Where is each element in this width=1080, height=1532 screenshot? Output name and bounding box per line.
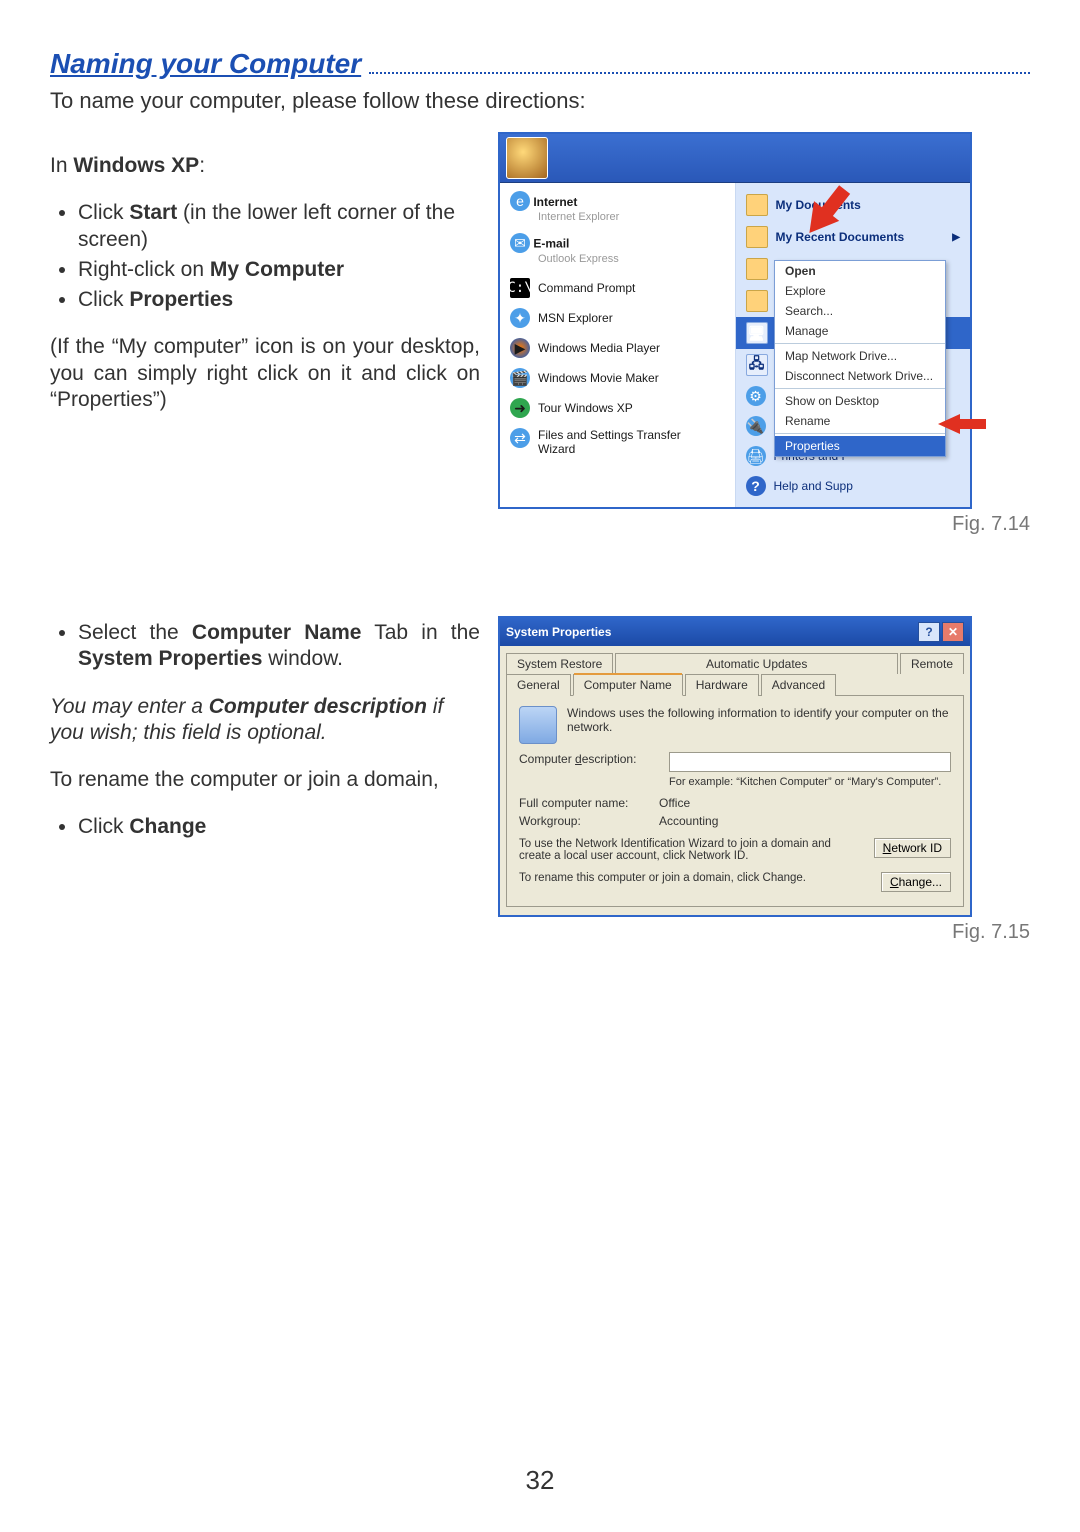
section-heading: Naming your Computer <box>50 48 361 80</box>
start-item-email[interactable]: ✉ E-mail Outlook Express <box>500 231 735 273</box>
folder-icon <box>746 194 768 216</box>
figure-7-15-system-properties: System Properties ? ✕ System Restore Aut… <box>498 616 972 917</box>
select-tab-step: Select the Computer Name Tab in the Syst… <box>50 620 480 673</box>
xp-steps: Click Start (in the lower left corner of… <box>50 200 480 313</box>
optional-description-note: You may enter a Computer description if … <box>50 694 480 747</box>
help-icon: ? <box>746 476 766 496</box>
transfer-icon: ⇄ <box>510 428 530 448</box>
network-icon: 🖧 <box>746 354 768 376</box>
close-button[interactable]: ✕ <box>942 622 964 642</box>
full-name-value: Office <box>659 796 690 810</box>
start-item-tour[interactable]: ➜ Tour Windows XP <box>500 393 735 423</box>
start-menu-left-pane: e Internet Internet Explorer ✉ E-mail Ou… <box>500 183 736 507</box>
red-arrow-icon <box>938 414 960 434</box>
description-input[interactable] <box>669 752 951 772</box>
ctx-open[interactable]: Open <box>775 261 945 281</box>
tab-hardware[interactable]: Hardware <box>685 674 759 696</box>
my-computer-icon: 🖥 <box>746 322 768 344</box>
ctx-rename[interactable]: Rename <box>775 411 945 431</box>
moviemaker-icon: 🎬 <box>510 368 530 388</box>
help-button[interactable]: ? <box>918 622 940 642</box>
ctx-show-desktop[interactable]: Show on Desktop <box>775 391 945 411</box>
rename-line: To rename the computer or join a domain, <box>50 767 480 793</box>
start-item-recent[interactable]: My Recent Documents ▶ <box>736 221 971 253</box>
folder-icon <box>746 226 768 248</box>
submenu-arrow-icon: ▶ <box>952 232 960 243</box>
os-line: In Windows XP: <box>50 153 480 179</box>
start-item-cmd[interactable]: C:\ Command Prompt <box>500 273 735 303</box>
figure-caption-1: Fig. 7.14 <box>498 513 1030 536</box>
user-avatar-icon <box>506 137 548 179</box>
ctx-disconnect-drive[interactable]: Disconnect Network Drive... <box>775 366 945 386</box>
window-title: System Properties <box>506 625 611 639</box>
pane-description: Windows uses the following information t… <box>567 706 951 734</box>
msn-icon: ✦ <box>510 308 530 328</box>
tab-auto-updates[interactable]: Automatic Updates <box>615 653 898 674</box>
ctx-explore[interactable]: Explore <box>775 281 945 301</box>
workgroup-value: Accounting <box>659 814 718 828</box>
change-text: To rename this computer or join a domain… <box>519 872 873 884</box>
xp-note: (If the “My computer” icon is on your de… <box>50 334 480 413</box>
tour-icon: ➜ <box>510 398 530 418</box>
network-id-button[interactable]: Network ID <box>874 838 951 858</box>
tabs-row-1: System Restore Automatic Updates Remote <box>500 646 970 673</box>
computer-icon <box>519 706 557 744</box>
figure-7-14-start-menu: e Internet Internet Explorer ✉ E-mail Ou… <box>498 132 972 509</box>
start-item-mydocs[interactable]: My Documents <box>736 189 971 221</box>
cmd-icon: C:\ <box>510 278 530 298</box>
ctx-manage[interactable]: Manage <box>775 321 945 341</box>
folder-icon <box>746 290 768 312</box>
ie-icon: e <box>510 191 530 211</box>
start-item-wmp[interactable]: ▶ Windows Media Player <box>500 333 735 363</box>
ctx-map-drive[interactable]: Map Network Drive... <box>775 346 945 366</box>
full-name-label: Full computer name: <box>519 796 659 810</box>
printer-icon: 🖨 <box>746 446 766 466</box>
network-id-text: To use the Network Identification Wizard… <box>519 838 866 862</box>
start-item-moviemaker[interactable]: 🎬 Windows Movie Maker <box>500 363 735 393</box>
start-item-help[interactable]: ? Help and Supp <box>736 471 971 501</box>
start-item-internet[interactable]: e Internet Internet Explorer <box>500 189 735 231</box>
heading-dots <box>369 72 1030 74</box>
click-change-step: Click Change <box>50 814 480 840</box>
tab-system-restore[interactable]: System Restore <box>506 653 613 674</box>
start-item-fstw[interactable]: ⇄ Files and Settings Transfer Wizard <box>500 423 735 461</box>
mail-icon: ✉ <box>510 233 530 253</box>
description-label: Computer description: <box>519 752 659 766</box>
tab-general[interactable]: General <box>506 674 571 696</box>
intro-text: To name your computer, please follow the… <box>50 88 1030 114</box>
ctx-sep <box>775 388 945 389</box>
figure-caption-2: Fig. 7.15 <box>498 921 1030 944</box>
workgroup-label: Workgroup: <box>519 814 659 828</box>
tabs-row-2: General Computer Name Hardware Advanced <box>500 673 970 695</box>
tab-remote[interactable]: Remote <box>900 653 964 674</box>
change-button[interactable]: Change... <box>881 872 951 892</box>
window-title-bar: System Properties ? ✕ <box>500 618 970 646</box>
description-example: For example: “Kitchen Computer” or “Mary… <box>669 776 951 788</box>
ctx-search[interactable]: Search... <box>775 301 945 321</box>
my-computer-context-menu: Open Explore Search... Manage Map Networ… <box>774 260 946 457</box>
folder-icon <box>746 258 768 280</box>
tab-computer-name[interactable]: Computer Name <box>573 674 683 696</box>
connect-icon: 🔌 <box>746 416 766 436</box>
start-menu-banner <box>500 134 970 183</box>
page-number: 32 <box>0 1465 1080 1496</box>
ctx-properties[interactable]: Properties <box>775 436 945 456</box>
ctx-sep <box>775 433 945 434</box>
control-panel-icon: ⚙ <box>746 386 766 406</box>
wmp-icon: ▶ <box>510 338 530 358</box>
start-item-msn[interactable]: ✦ MSN Explorer <box>500 303 735 333</box>
ctx-sep <box>775 343 945 344</box>
computer-name-pane: Windows uses the following information t… <box>506 695 964 907</box>
tab-advanced[interactable]: Advanced <box>761 674 836 696</box>
